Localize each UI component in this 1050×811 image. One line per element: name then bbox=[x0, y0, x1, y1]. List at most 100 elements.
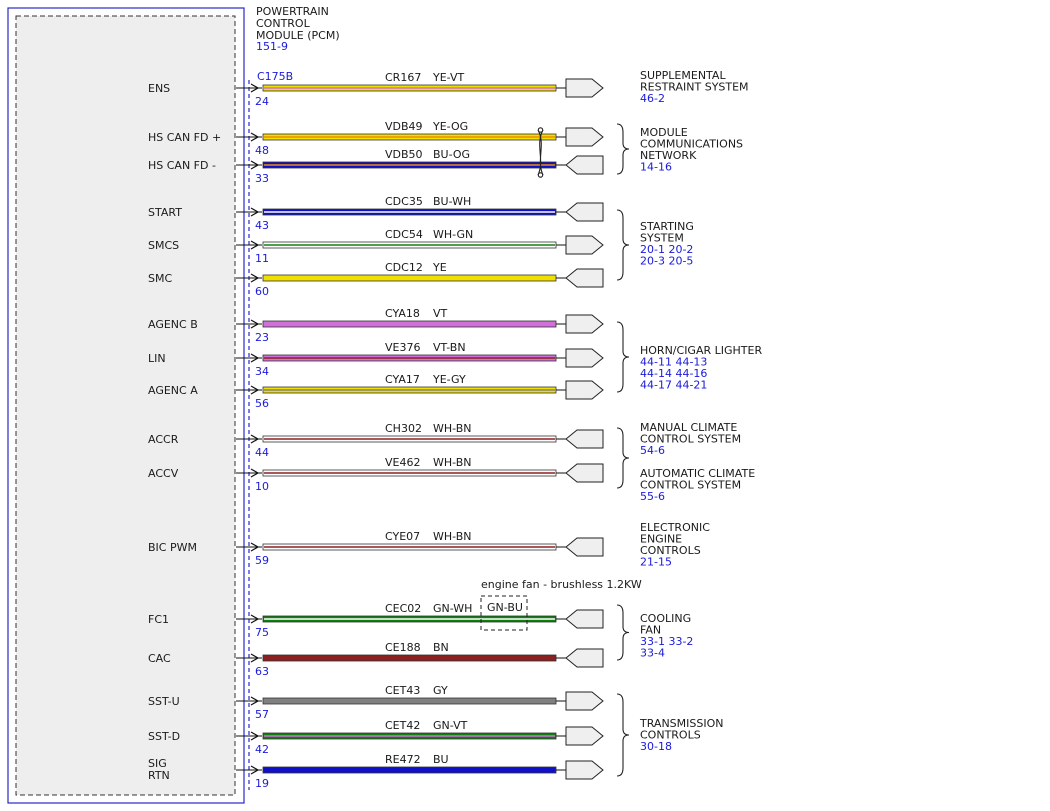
connector-id: C175B bbox=[257, 70, 293, 83]
group-brace bbox=[616, 427, 630, 489]
pin-number: 48 bbox=[255, 144, 269, 157]
pin-number: 60 bbox=[255, 285, 269, 298]
wire-color-code: WH-BN bbox=[433, 456, 472, 469]
wire-color-code: GN-VT bbox=[433, 719, 468, 732]
pin-number: 33 bbox=[255, 172, 269, 185]
signal-label: LIN bbox=[148, 352, 166, 365]
connector-shape bbox=[565, 691, 604, 711]
connector-shape bbox=[565, 314, 604, 334]
wire-color-code: WH-BN bbox=[433, 530, 472, 543]
connector-shape bbox=[565, 648, 604, 668]
circuit-id: CYA18 bbox=[385, 307, 420, 320]
wire bbox=[262, 654, 557, 662]
wire-color-code: YE-OG bbox=[432, 120, 468, 133]
wire-color-code: BU-WH bbox=[433, 195, 471, 208]
signal-label: HS CAN FD + bbox=[148, 131, 221, 144]
fan-note-label: engine fan - brushless 1.2KW bbox=[481, 578, 642, 591]
circuit-id: VDB50 bbox=[385, 148, 423, 161]
wire-color-code: GY bbox=[433, 684, 448, 697]
pin-number: 43 bbox=[255, 219, 269, 232]
wire-color-code: YE bbox=[432, 261, 447, 274]
destination-labels: SUPPLEMENTALRESTRAINT SYSTEM46-2 MODULECO… bbox=[616, 69, 762, 777]
destination-page-ref: 20-3 20-5 bbox=[640, 255, 693, 268]
circuit-id: CDC35 bbox=[385, 195, 423, 208]
module-page-ref: 151-9 bbox=[256, 40, 288, 53]
signal-label: CAC bbox=[148, 652, 171, 665]
circuit-id: CET43 bbox=[385, 684, 420, 697]
connector-shape bbox=[565, 463, 604, 483]
group-brace bbox=[616, 123, 630, 175]
destination-page-ref: 54-6 bbox=[640, 444, 665, 457]
destination-page-ref: 30-18 bbox=[640, 740, 672, 753]
destination-page-ref: 55-6 bbox=[640, 490, 665, 503]
signal-label: ACCV bbox=[148, 467, 179, 480]
wire-color-code: VT bbox=[433, 307, 448, 320]
group-brace bbox=[616, 693, 630, 777]
circuit-id: VE462 bbox=[385, 456, 420, 469]
destination-block: STARTINGSYSTEM20-1 20-220-3 20-5 bbox=[616, 209, 694, 281]
circuit-id: CEC02 bbox=[385, 602, 421, 615]
pin-number: 59 bbox=[255, 554, 269, 567]
wire-color-code: BU-OG bbox=[433, 148, 470, 161]
wire bbox=[262, 697, 557, 705]
signal-label: ENS bbox=[148, 82, 170, 95]
signal-label: BIC PWM bbox=[148, 541, 197, 554]
group-brace bbox=[616, 321, 630, 393]
connector-shape bbox=[565, 537, 604, 557]
fan-note-alt-color: GN-BU bbox=[487, 601, 523, 614]
signal-label: AGENC B bbox=[148, 318, 198, 331]
connector-shape bbox=[565, 609, 604, 629]
destination-block: COOLINGFAN33-1 33-233-4 bbox=[616, 604, 693, 661]
connector-shape bbox=[565, 760, 604, 780]
destination-page-ref: 33-4 bbox=[640, 647, 665, 660]
pin-number: 34 bbox=[255, 365, 269, 378]
destination-block: HORN/CIGAR LIGHTER44-11 44-1344-14 44-16… bbox=[616, 321, 762, 393]
pin-number: 23 bbox=[255, 331, 269, 344]
pin-number: 44 bbox=[255, 446, 269, 459]
pin-number: 63 bbox=[255, 665, 269, 678]
pin-number: 56 bbox=[255, 397, 269, 410]
wire-color-code: VT-BN bbox=[433, 341, 466, 354]
signal-label: RTN bbox=[148, 769, 170, 782]
circuit-id: CH302 bbox=[385, 422, 422, 435]
signal-label: SST-D bbox=[148, 730, 180, 743]
connector-shape bbox=[565, 726, 604, 746]
wiring-diagram: POWERTRAIN CONTROL MODULE (PCM) 151-9 C1… bbox=[7, 5, 762, 804]
connector-shape bbox=[565, 380, 604, 400]
signal-label: ACCR bbox=[148, 433, 179, 446]
destination-page-ref: 44-17 44-21 bbox=[640, 379, 707, 392]
wire bbox=[262, 320, 557, 328]
circuit-id: CYA17 bbox=[385, 373, 420, 386]
connector-shape bbox=[565, 155, 604, 175]
connector-shape bbox=[565, 235, 604, 255]
destination-block: AUTOMATIC CLIMATECONTROL SYSTEM55-6 bbox=[640, 467, 755, 503]
pin-number: 57 bbox=[255, 708, 269, 721]
wire-color-code: BN bbox=[433, 641, 449, 654]
pin-number: 19 bbox=[255, 777, 269, 790]
signal-label: START bbox=[148, 206, 182, 219]
circuit-id: CDC54 bbox=[385, 228, 423, 241]
module-title: POWERTRAIN CONTROL MODULE (PCM) 151-9 bbox=[256, 5, 340, 53]
pin-number: 10 bbox=[255, 480, 269, 493]
wire-color-code: GN-WH bbox=[433, 602, 472, 615]
wire-color-code: WH-BN bbox=[433, 422, 472, 435]
pin-number: 24 bbox=[255, 95, 269, 108]
circuit-id: VDB49 bbox=[385, 120, 423, 133]
circuit-id: VE376 bbox=[385, 341, 420, 354]
destination-block: ELECTRONICENGINECONTROLS21-15 bbox=[640, 521, 710, 569]
connector-shape bbox=[565, 348, 604, 368]
wire-color-code: BU bbox=[433, 753, 449, 766]
circuit-id: RE472 bbox=[385, 753, 421, 766]
signal-label: HS CAN FD - bbox=[148, 159, 216, 172]
signal-label: AGENC A bbox=[148, 384, 198, 397]
connector-shape bbox=[565, 268, 604, 288]
wire-color-code: YE-GY bbox=[432, 373, 466, 386]
group-brace bbox=[616, 209, 630, 281]
wire bbox=[262, 766, 557, 774]
signal-label: SMCS bbox=[148, 239, 179, 252]
circuit-id: CR167 bbox=[385, 71, 421, 84]
destination-block: TRANSMISSIONCONTROLS30-18 bbox=[616, 693, 723, 777]
connector-shape bbox=[565, 127, 604, 147]
destination-block: SUPPLEMENTALRESTRAINT SYSTEM46-2 bbox=[640, 69, 749, 105]
pin-number: 75 bbox=[255, 626, 269, 639]
